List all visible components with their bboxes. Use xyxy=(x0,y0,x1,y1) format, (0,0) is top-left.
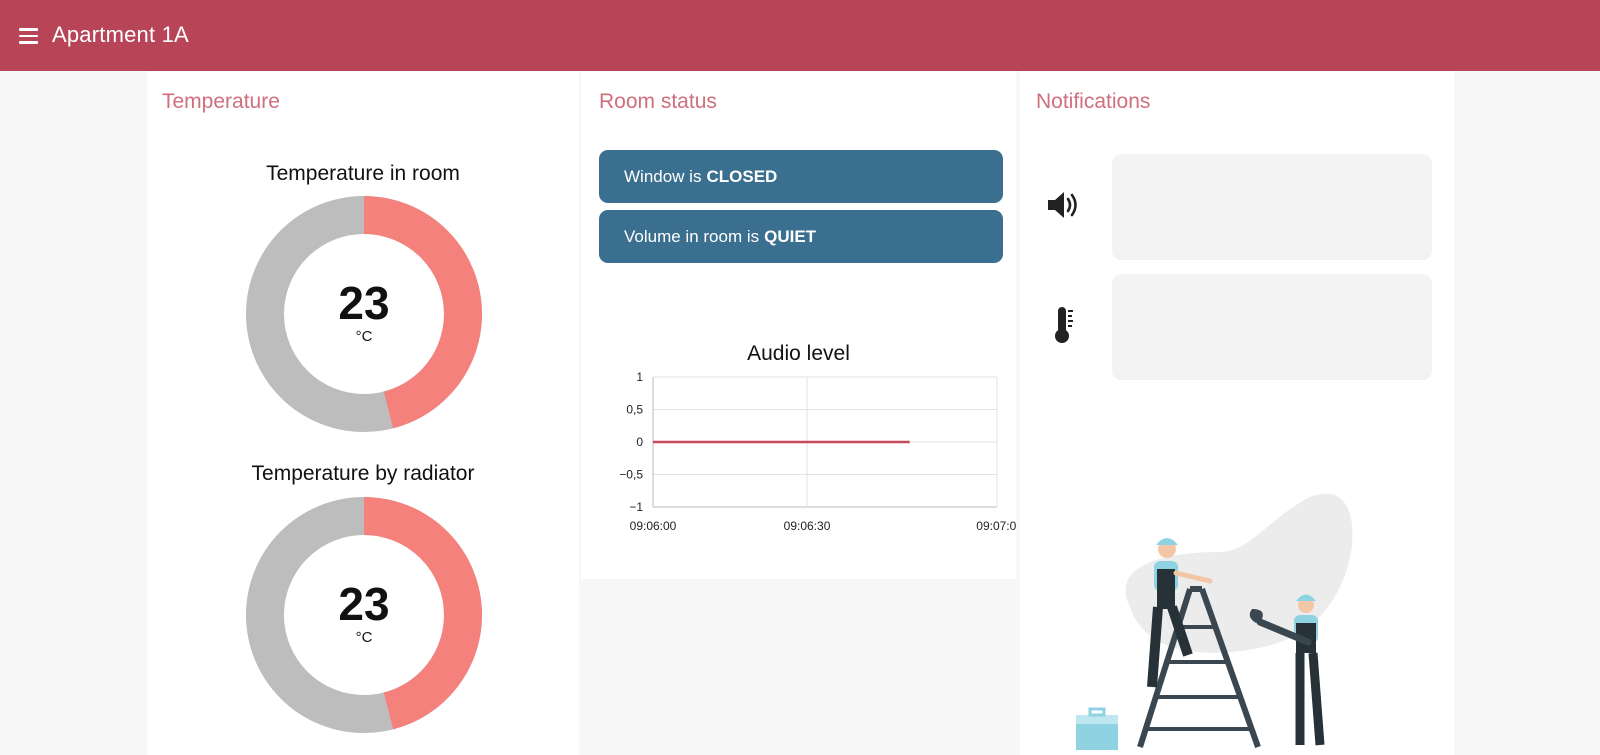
window-status-pill: Window is CLOSED xyxy=(599,150,1003,203)
notifications-section-title: Notifications xyxy=(1036,90,1151,113)
x-tick-label: 09:06:00 xyxy=(630,519,677,533)
y-tick-label: −1 xyxy=(629,500,643,514)
window-status-state: CLOSED xyxy=(706,166,778,186)
hamburger-menu-icon[interactable] xyxy=(17,26,41,46)
y-tick-label: 0,5 xyxy=(626,403,643,417)
app-title: Apartment 1A xyxy=(52,22,189,47)
volume-status-prefix: Volume in room is xyxy=(624,226,760,246)
y-tick-label: 0 xyxy=(636,435,643,449)
volume-notification-card xyxy=(1112,154,1432,260)
audio-level-chart: 1 0,5 0 −0,5 −1 09:06:00 09:06:30 09:07:07 xyxy=(619,371,1016,533)
volume-status-state: QUIET xyxy=(764,226,817,246)
room-temperature-gauge: 23 °C xyxy=(244,194,484,434)
x-tick-label: 09:07:07 xyxy=(976,519,1016,533)
volume-status-pill: Volume in room is QUIET xyxy=(599,210,1003,263)
temperature-section-title: Temperature xyxy=(162,90,280,113)
gauge-value: 23 xyxy=(338,578,390,630)
gauge-unit: °C xyxy=(355,629,373,646)
gauge-unit: °C xyxy=(355,328,373,345)
thermometer-icon xyxy=(1044,305,1080,345)
room-status-section-title: Room status xyxy=(599,90,717,113)
temperature-panel: Temperature Temperature in room 23 °C Te… xyxy=(147,71,579,755)
chart-title: Audio level xyxy=(747,342,850,365)
notifications-panel: Notifications xyxy=(1020,71,1454,755)
room-status-panel: Room status Window is CLOSED Volume in r… xyxy=(581,71,1016,579)
window-status-prefix: Window is xyxy=(624,166,702,186)
x-tick-label: 09:06:30 xyxy=(784,519,831,533)
gauge-title-radiator: Temperature by radiator xyxy=(251,462,475,485)
radiator-temperature-gauge: 23 °C xyxy=(244,495,484,735)
gauge-value: 23 xyxy=(338,277,390,329)
y-tick-label: 1 xyxy=(636,371,643,384)
speaker-volume-icon xyxy=(1044,187,1080,227)
gauge-title-room: Temperature in room xyxy=(266,162,460,185)
workers-ladder-wrench-illustration xyxy=(1076,493,1353,750)
temperature-notification-card xyxy=(1112,274,1432,380)
top-app-bar: Apartment 1A xyxy=(0,0,1600,71)
y-tick-label: −0,5 xyxy=(619,468,643,482)
